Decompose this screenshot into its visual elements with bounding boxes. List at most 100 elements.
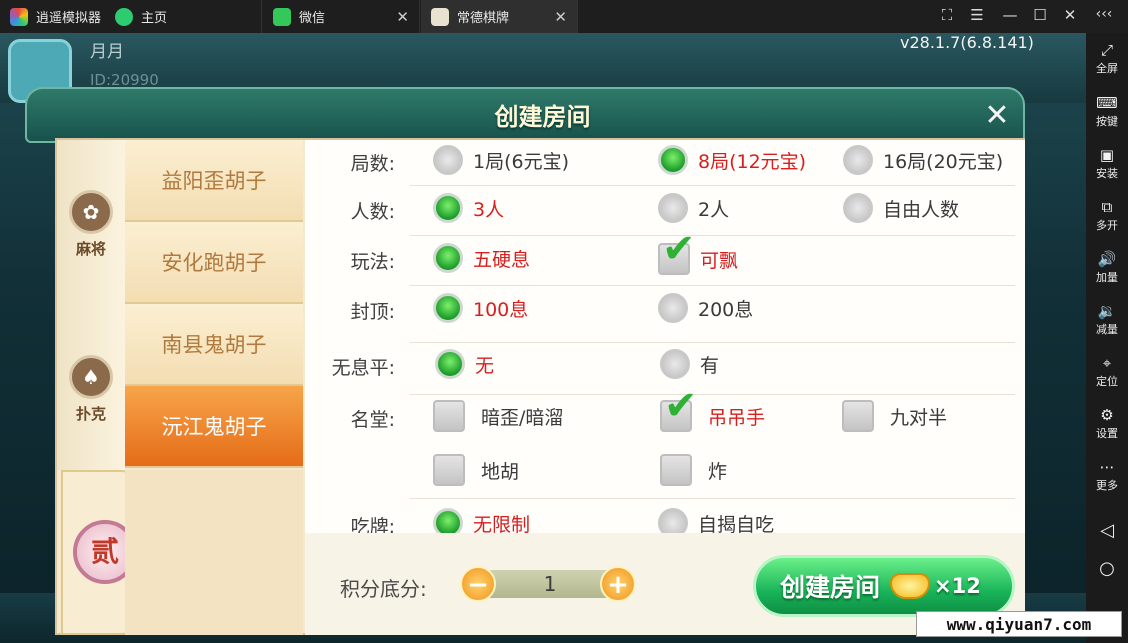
option-hall-diaodiaoshou[interactable]: ✔ 吊吊手 xyxy=(660,386,765,432)
checkbox-checked-icon: ✔ xyxy=(660,386,698,432)
window-close-icon[interactable]: ✕ xyxy=(1060,6,1080,24)
app-title-label: 逍遥模拟器 xyxy=(36,11,102,26)
option-text: 炸 xyxy=(708,460,728,483)
game-item-yiyang[interactable]: 益阳歪胡子 xyxy=(125,140,303,222)
tab-game[interactable]: 常德棋牌 ✕ xyxy=(421,0,578,33)
divider xyxy=(410,342,1015,343)
close-icon[interactable]: ✕ xyxy=(554,8,567,26)
option-text: 五硬息 xyxy=(473,248,531,271)
option-play-wuyingxi[interactable]: 五硬息 xyxy=(433,243,530,273)
options-panel: 局数: 1局(6元宝) 8局(12元宝) 16局(20元宝) 人数: 3人 2人… xyxy=(305,140,1025,533)
home-circle-icon[interactable]: ○ xyxy=(1086,558,1128,579)
minimize-icon[interactable]: — xyxy=(1000,6,1020,24)
option-eat-unlimited[interactable]: 无限制 xyxy=(433,508,530,533)
radio-icon xyxy=(658,508,688,533)
tab-game-label: 常德棋牌 xyxy=(457,11,510,26)
score-label: 积分底分: xyxy=(340,577,427,601)
game-list-background xyxy=(125,470,303,635)
category-poker[interactable]: ♠ 扑克 xyxy=(61,355,121,424)
option-hall-dihu[interactable]: 地胡 xyxy=(433,454,519,486)
option-label: 人数: xyxy=(350,201,395,223)
radio-selected-icon xyxy=(658,145,688,175)
sidebar-item-volume-down[interactable]: 🔉 减量 xyxy=(1086,302,1128,337)
sidebar-item-multi[interactable]: ⧉ 多开 xyxy=(1086,198,1128,233)
option-rounds-1[interactable]: 1局(6元宝) xyxy=(433,145,569,175)
sidebar-item-label: 设置 xyxy=(1096,427,1118,440)
category-column: ✿ 麻将 ♠ 扑克 xyxy=(57,140,125,470)
dialog-title: 创建房间 xyxy=(494,103,591,131)
option-text: 地胡 xyxy=(481,460,520,483)
divider xyxy=(410,394,1015,395)
radio-selected-icon xyxy=(433,193,463,223)
watermark: www.qiyuan7.com xyxy=(916,611,1122,637)
sidebar-item-label: 多开 xyxy=(1096,219,1118,232)
sidebar-item-label: 全屏 xyxy=(1096,62,1118,75)
username: 月月 xyxy=(90,42,124,62)
create-room-button[interactable]: 创建房间 ×12 xyxy=(753,555,1015,617)
game-item-anhua[interactable]: 安化跑胡子 xyxy=(125,222,303,304)
option-noxi-none[interactable]: 无 xyxy=(435,349,494,379)
cost-label: ×12 xyxy=(934,574,981,598)
option-text: 有 xyxy=(700,354,720,377)
option-cap-100[interactable]: 100息 xyxy=(433,293,528,323)
option-noxi-yes[interactable]: 有 xyxy=(660,349,719,379)
sidebar-item-label: 按键 xyxy=(1096,115,1118,128)
option-hall-anwai[interactable]: 暗歪/暗溜 xyxy=(433,400,563,432)
option-hall-zha[interactable]: 炸 xyxy=(660,454,727,486)
sidebar-item-keymap[interactable]: ⌨ 按键 xyxy=(1086,94,1128,129)
apk-install-icon: ▣ xyxy=(1099,146,1115,164)
back-icon[interactable]: ◁ xyxy=(1086,520,1128,541)
option-players-free[interactable]: 自由人数 xyxy=(843,193,959,223)
option-players-3[interactable]: 3人 xyxy=(433,193,504,223)
tab-home[interactable]: 主页 xyxy=(105,0,262,33)
screenshot-icon[interactable]: ⛶ xyxy=(937,6,957,24)
multi-instance-icon: ⧉ xyxy=(1101,198,1113,216)
tab-home-label: 主页 xyxy=(141,11,168,26)
option-rounds-8[interactable]: 8局(12元宝) xyxy=(658,145,806,175)
option-text: 1局(6元宝) xyxy=(473,150,570,173)
category-mahjong[interactable]: ✿ 麻将 xyxy=(61,190,121,259)
collapse-sidebar-icon[interactable]: ‹‹‹ xyxy=(1094,6,1114,22)
radio-icon xyxy=(843,145,873,175)
sidebar-item-more[interactable]: ⋯ 更多 xyxy=(1086,458,1128,493)
decrease-button[interactable]: − xyxy=(460,566,496,602)
sidebar-item-label: 更多 xyxy=(1096,479,1118,492)
radio-icon xyxy=(658,193,688,223)
option-players-2[interactable]: 2人 xyxy=(658,193,729,223)
radio-icon xyxy=(658,293,688,323)
emulator-logo-icon xyxy=(10,7,28,26)
score-value: 1 xyxy=(490,570,610,598)
divider xyxy=(410,185,1015,186)
option-text: 3人 xyxy=(473,198,505,221)
sidebar-item-fullscreen[interactable]: ⤢ 全屏 xyxy=(1086,41,1128,76)
option-text: 8局(12元宝) xyxy=(698,150,807,173)
game-item-nanxian[interactable]: 南县鬼胡子 xyxy=(125,304,303,386)
gold-ingot-icon xyxy=(890,573,931,599)
radio-selected-icon xyxy=(433,293,463,323)
maximize-icon[interactable]: ☐ xyxy=(1030,6,1050,24)
menu-icon[interactable]: ☰ xyxy=(967,6,987,24)
sidebar-item-settings[interactable]: ⚙ 设置 xyxy=(1086,406,1128,441)
sidebar-item-label: 减量 xyxy=(1096,323,1118,336)
gear-icon: ⚙ xyxy=(1100,406,1114,424)
option-cap-200[interactable]: 200息 xyxy=(658,293,753,323)
divider xyxy=(410,235,1015,236)
sidebar-item-install[interactable]: ▣ 安装 xyxy=(1086,146,1128,181)
sidebar-item-location[interactable]: ⌖ 定位 xyxy=(1086,354,1128,389)
increase-button[interactable]: + xyxy=(600,566,636,602)
option-text: 2人 xyxy=(698,198,730,221)
option-play-kepiao[interactable]: ✔ 可飘 xyxy=(658,229,738,275)
spade-icon: ♠ xyxy=(69,355,113,399)
option-rounds-16[interactable]: 16局(20元宝) xyxy=(843,145,1003,175)
checkbox-checked-icon: ✔ xyxy=(658,229,696,275)
close-button[interactable]: ✕ xyxy=(977,98,1017,133)
option-label: 局数: xyxy=(350,153,395,175)
tab-wechat[interactable]: 微信 ✕ xyxy=(263,0,420,33)
checkbox-icon xyxy=(433,454,465,486)
sidebar-item-volume-up[interactable]: 🔊 加量 xyxy=(1086,250,1128,285)
option-hall-jiuduiban[interactable]: 九对半 xyxy=(842,400,947,432)
option-eat-self[interactable]: 自揭自吃 xyxy=(658,508,774,533)
option-text: 九对半 xyxy=(890,406,948,429)
game-item-yuanjiang[interactable]: 沅江鬼胡子 xyxy=(125,386,303,468)
close-icon[interactable]: ✕ xyxy=(396,8,409,26)
